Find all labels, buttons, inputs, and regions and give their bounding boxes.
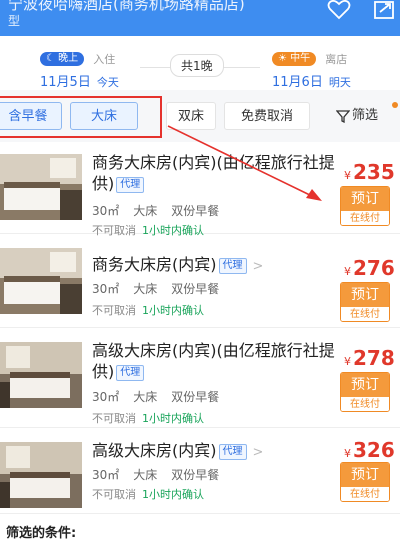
room-specs: 30㎡ 大床 双份早餐 xyxy=(92,204,220,218)
agent-tag: 代理 xyxy=(218,444,247,460)
room-item[interactable]: 商务大床房(内宾) 代理 > 30㎡ 大床 双份早餐 不可取消 1小时内确认 ¥276 预… xyxy=(0,236,400,328)
room-photo xyxy=(0,342,82,408)
hotel-subtitle: 型 xyxy=(8,14,21,28)
checkout-date[interactable]: ☀ 中午 离店 11月6日 明天 xyxy=(272,48,351,90)
room-specs: 30㎡ 大床 双份早餐 xyxy=(92,390,220,404)
checkin-label: 入住 xyxy=(93,52,116,66)
filter-button-label: 筛选 xyxy=(352,108,379,123)
room-policy: 不可取消 1小时内确认 xyxy=(92,488,204,501)
room-policy: 不可取消 1小时内确认 xyxy=(92,304,204,317)
moon-icon: ☾ 晚上 xyxy=(40,51,85,66)
chevron-right-icon: > xyxy=(252,445,264,460)
filter-bar: 含早餐 大床 双床 免费取消 筛选 xyxy=(0,90,400,142)
chevron-right-icon: > xyxy=(252,259,264,274)
filter-chip-free-cancel[interactable]: 免费取消 xyxy=(224,102,310,130)
funnel-icon xyxy=(335,109,351,123)
agent-tag: 代理 xyxy=(116,177,145,193)
date-selector[interactable]: ☾ 晚上 入住 11月5日 今天 共1晚 ☀ 中午 离店 11月6日 明天 xyxy=(0,36,400,90)
room-item[interactable]: 高级大床房(内宾)(由亿程旅行社提供) 代理 30㎡ 大床 双份早餐 不可取消 1小时内… xyxy=(0,334,400,428)
room-price: ¥326 xyxy=(344,438,395,462)
hotel-header: 宁波夜哈嗨酒店(商务机场路精品店) 型 xyxy=(0,0,400,36)
filter-button[interactable]: 筛选 xyxy=(335,102,379,130)
checkout-badge: 中午 xyxy=(290,52,311,64)
checkin-day: 今天 xyxy=(96,76,119,89)
book-button[interactable]: 预订 在线付 xyxy=(340,372,390,412)
room-specs: 30㎡ 大床 双份早餐 xyxy=(92,468,220,482)
room-name: 商务大床房(内宾)(由亿程旅行社提供) 代理 xyxy=(92,153,335,193)
filter-indicator-dot xyxy=(392,102,398,108)
filter-chip-twin-bed[interactable]: 双床 xyxy=(166,102,216,130)
heart-icon[interactable] xyxy=(326,0,352,20)
room-price: ¥276 xyxy=(344,256,395,280)
room-name: 商务大床房(内宾) 代理 > xyxy=(92,255,264,274)
book-button[interactable]: 预订 在线付 xyxy=(340,186,390,226)
room-item[interactable]: 商务大床房(内宾)(由亿程旅行社提供) 代理 30㎡ 大床 双份早餐 不可取消 1小时内… xyxy=(0,148,400,237)
checkin-date-text: 11月5日 xyxy=(40,75,91,90)
hotel-title: 宁波夜哈嗨酒店(商务机场路精品店) xyxy=(8,0,245,13)
room-policy: 不可取消 1小时内确认 xyxy=(92,412,204,425)
book-button[interactable]: 预订 在线付 xyxy=(340,462,390,502)
room-specs: 30㎡ 大床 双份早餐 xyxy=(92,282,220,296)
checkout-date-text: 11月6日 xyxy=(272,75,323,90)
agent-tag: 代理 xyxy=(116,365,145,381)
room-item[interactable]: 高级大床房(内宾) 代理 > 30㎡ 大床 双份早餐 不可取消 1小时内确认 ¥326 预… xyxy=(0,432,400,514)
agent-tag: 代理 xyxy=(218,258,247,274)
room-price: ¥235 xyxy=(344,160,395,184)
sun-icon: ☀ 中午 xyxy=(272,51,317,66)
room-price: ¥278 xyxy=(344,346,395,370)
room-photo xyxy=(0,154,82,220)
room-photo xyxy=(0,248,82,314)
book-button[interactable]: 预订 在线付 xyxy=(340,282,390,322)
room-name: 高级大床房(内宾)(由亿程旅行社提供) 代理 xyxy=(92,341,335,381)
share-icon[interactable] xyxy=(372,0,398,20)
room-photo xyxy=(0,442,82,508)
annotation-highlight-box xyxy=(0,96,162,138)
checkout-day: 明天 xyxy=(328,76,351,89)
nights-count: 共1晚 xyxy=(170,54,224,77)
filter-criteria-label: 筛选的条件: xyxy=(6,526,77,541)
checkin-date[interactable]: ☾ 晚上 入住 11月5日 今天 xyxy=(40,48,119,90)
room-name: 高级大床房(内宾) 代理 > xyxy=(92,441,264,460)
checkin-badge: 晚上 xyxy=(58,52,79,64)
checkout-label: 离店 xyxy=(325,52,348,66)
